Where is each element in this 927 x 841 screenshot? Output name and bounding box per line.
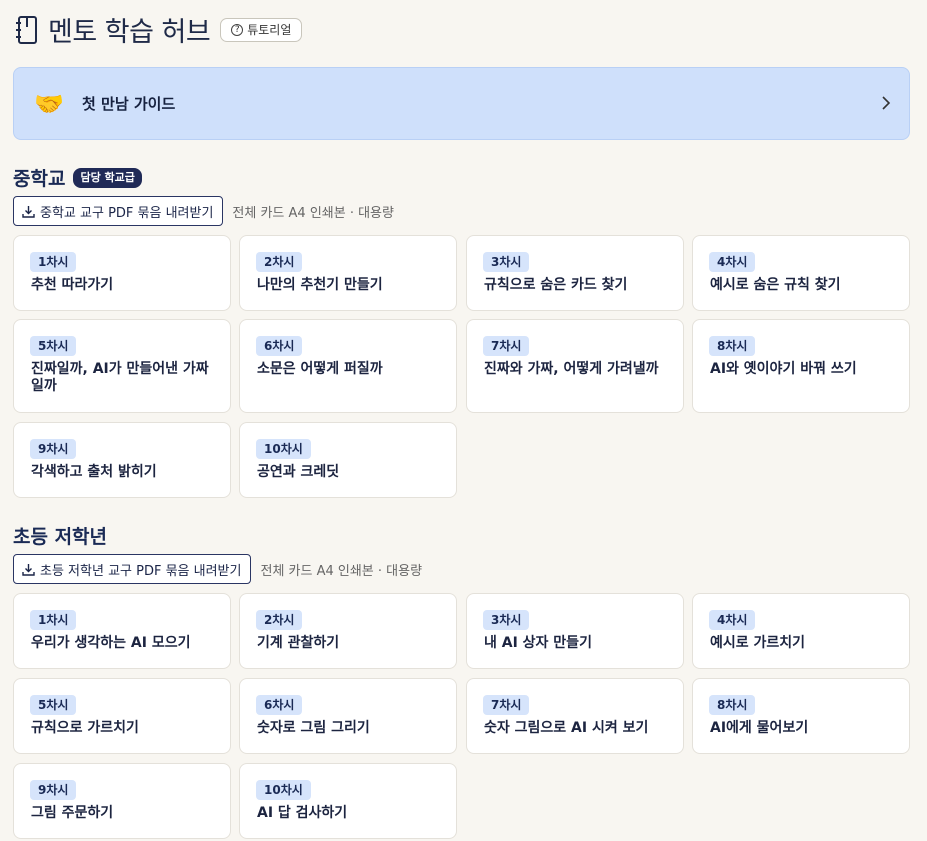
session-title: 내 AI 상자 만들기 — [484, 635, 592, 651]
session-badge: 3차시 — [483, 610, 530, 630]
session-badge: 7차시 — [483, 336, 530, 356]
session-title: 기계 관찰하기 — [257, 635, 340, 651]
session-badge: 1차시 — [30, 610, 77, 630]
session-card[interactable]: 9차시 각색하고 출처 밝히기 — [13, 422, 231, 498]
notebook-icon — [16, 15, 37, 44]
guide-label: 첫 만남 가이드 — [82, 95, 176, 113]
session-card[interactable]: 5차시 규칙으로 가르치기 — [13, 678, 231, 754]
session-title: AI에게 물어보기 — [710, 720, 809, 736]
session-card[interactable]: 10차시 공연과 크레딧 — [239, 422, 457, 498]
tutorial-label: 튜토리얼 — [247, 23, 292, 37]
session-title: 소문은 어떻게 퍼질까 — [257, 361, 383, 377]
download-label: 초등 저학년 교구 PDF 묶음 내려받기 — [40, 563, 242, 579]
page-title: 멘토 학습 허브 — [48, 17, 211, 48]
handshake-icon: 🤝 — [34, 89, 64, 118]
session-title: 진짜와 가짜, 어떻게 가려낼까 — [484, 361, 659, 377]
session-card[interactable]: 1차시 추천 따라가기 — [13, 235, 231, 311]
download-icon — [22, 205, 35, 218]
session-badge: 6차시 — [256, 695, 303, 715]
section-title-elementary-lower: 초등 저학년 — [13, 522, 107, 549]
session-title: 우리가 생각하는 AI 모으기 — [31, 635, 191, 651]
session-badge: 4차시 — [709, 252, 756, 272]
session-card[interactable]: 3차시 규칙으로 숨은 카드 찾기 — [466, 235, 684, 311]
session-title: 나만의 추천기 만들기 — [257, 277, 383, 293]
session-badge: 9차시 — [30, 439, 77, 459]
session-title: 숫자 그림으로 AI 시켜 보기 — [484, 720, 649, 736]
session-title: 규칙으로 숨은 카드 찾기 — [484, 277, 628, 293]
session-badge: 6차시 — [256, 336, 303, 356]
session-card[interactable]: 1차시 우리가 생각하는 AI 모으기 — [13, 593, 231, 669]
session-title: 예시로 가르치기 — [710, 635, 806, 651]
section-title-middle-school: 중학교 담당 학교급 — [13, 164, 142, 191]
session-title: 그림 주문하기 — [31, 805, 114, 821]
section-title-label: 초등 저학년 — [13, 526, 108, 548]
session-card[interactable]: 7차시 숫자 그림으로 AI 시켜 보기 — [466, 678, 684, 754]
page-header: 멘토 학습 허브 ? 튜토리얼 — [14, 10, 303, 49]
session-title: AI와 옛이야기 바꿔 쓰기 — [710, 361, 857, 377]
download-note: 전체 카드 A4 인쇄본 · 대용량 — [260, 563, 423, 579]
session-card[interactable]: 8차시 AI에게 물어보기 — [692, 678, 910, 754]
download-pdf-button[interactable]: 초등 저학년 교구 PDF 묶음 내려받기 — [13, 554, 252, 584]
session-badge: 8차시 — [709, 695, 756, 715]
session-card[interactable]: 4차시 예시로 가르치기 — [692, 593, 910, 669]
session-card[interactable]: 7차시 진짜와 가짜, 어떻게 가려낼까 — [466, 319, 684, 413]
download-pdf-button[interactable]: 중학교 교구 PDF 묶음 내려받기 — [13, 196, 224, 226]
session-title: 숫자로 그림 그리기 — [257, 720, 370, 736]
session-card[interactable]: 4차시 예시로 숨은 규칙 찾기 — [692, 235, 910, 311]
first-meeting-guide-card[interactable]: 🤝 첫 만남 가이드 — [13, 67, 910, 140]
session-badge: 10차시 — [256, 780, 311, 800]
session-badge: 1차시 — [30, 252, 77, 272]
section-title-label: 중학교 — [13, 168, 66, 190]
session-title: 공연과 크레딧 — [257, 464, 340, 480]
session-badge: 3차시 — [483, 252, 530, 272]
session-card[interactable]: 5차시 진짜일까, AI가 만들어낸 가짜일까 — [13, 319, 231, 413]
session-card[interactable]: 2차시 기계 관찰하기 — [239, 593, 457, 669]
assigned-level-badge: 담당 학교급 — [73, 167, 142, 188]
session-badge: 10차시 — [256, 439, 311, 459]
session-title: AI 답 검사하기 — [257, 805, 348, 821]
help-icon: ? — [231, 23, 244, 36]
session-badge: 2차시 — [256, 252, 303, 272]
session-card[interactable]: 6차시 숫자로 그림 그리기 — [239, 678, 457, 754]
session-card[interactable]: 3차시 내 AI 상자 만들기 — [466, 593, 684, 669]
session-badge: 5차시 — [30, 695, 77, 715]
download-label: 중학교 교구 PDF 묶음 내려받기 — [40, 205, 214, 221]
session-badge: 7차시 — [483, 695, 530, 715]
session-card[interactable]: 2차시 나만의 추천기 만들기 — [239, 235, 457, 311]
session-title: 추천 따라가기 — [31, 277, 114, 293]
session-card[interactable]: 6차시 소문은 어떻게 퍼질까 — [239, 319, 457, 413]
session-badge: 9차시 — [30, 780, 77, 800]
download-note: 전체 카드 A4 인쇄본 · 대용량 — [232, 205, 394, 221]
session-badge: 8차시 — [709, 336, 756, 356]
session-card[interactable]: 9차시 그림 주문하기 — [13, 763, 231, 839]
chevron-right-icon — [882, 96, 891, 110]
session-card[interactable]: 8차시 AI와 옛이야기 바꿔 쓰기 — [692, 319, 910, 413]
session-title: 진짜일까, AI가 만들어낸 가짜일까 — [31, 361, 209, 394]
session-title: 예시로 숨은 규칙 찾기 — [710, 277, 841, 293]
download-icon — [22, 563, 35, 576]
session-title: 규칙으로 가르치기 — [31, 720, 139, 736]
tutorial-button[interactable]: ? 튜토리얼 — [220, 17, 303, 42]
session-badge: 5차시 — [30, 336, 77, 356]
download-row: 초등 저학년 교구 PDF 묶음 내려받기 전체 카드 A4 인쇄본 · 대용량 — [13, 554, 422, 584]
download-row: 중학교 교구 PDF 묶음 내려받기 전체 카드 A4 인쇄본 · 대용량 — [13, 196, 394, 226]
session-badge: 4차시 — [709, 610, 756, 630]
session-title: 각색하고 출처 밝히기 — [31, 464, 157, 480]
session-card[interactable]: 10차시 AI 답 검사하기 — [239, 763, 457, 839]
session-badge: 2차시 — [256, 610, 303, 630]
